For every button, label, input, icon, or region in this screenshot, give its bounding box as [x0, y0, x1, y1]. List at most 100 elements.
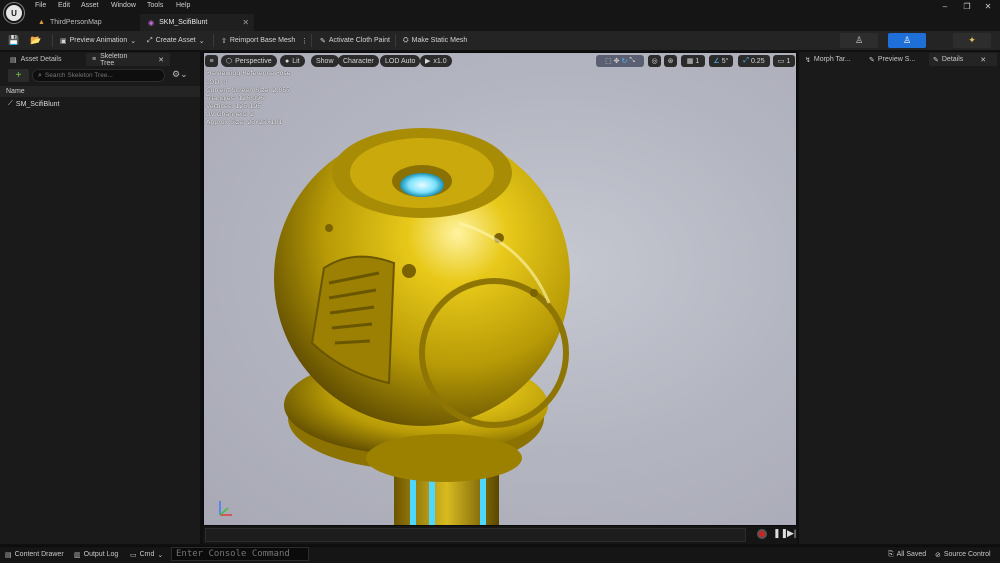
more-options-icon[interactable]: ⋮	[297, 33, 312, 48]
menu-window[interactable]: Window	[111, 2, 136, 9]
perspective-button[interactable]: ⬡ Perspective	[221, 55, 277, 67]
reimport-base-mesh-button[interactable]: ⇧ Reimport Base Mesh	[217, 33, 299, 48]
skeleton-search-field[interactable]: ⌕	[32, 69, 165, 82]
pencil-icon: ✎	[869, 56, 875, 64]
stat-lod: LOD: 0	[206, 79, 228, 86]
tree-item[interactable]: ⟋ SM_ScifiBlunt	[8, 100, 59, 108]
cmd-label: Cmd	[139, 551, 155, 558]
scale-snap-button[interactable]: ⤢ 0.25	[738, 55, 770, 67]
perspective-label: Perspective	[235, 57, 272, 65]
tab-preview-scene[interactable]: ✎ Preview S...	[865, 53, 919, 66]
scale-snap-value: 0.25	[750, 57, 765, 65]
playback-speed-button[interactable]: ▶ x1.0	[420, 55, 452, 67]
tab-asset-details-label: Asset Details	[20, 56, 62, 63]
close-window-icon[interactable]: ✕	[981, 2, 995, 11]
show-button[interactable]: Show	[311, 55, 339, 67]
menu-tools[interactable]: Tools	[147, 2, 163, 9]
viewport-menu-icon[interactable]: ≡	[205, 55, 218, 67]
menu-help[interactable]: Help	[176, 2, 190, 9]
rotate-icon[interactable]: ↻	[621, 57, 627, 65]
toolbar-separator	[52, 34, 53, 47]
world-space-icon[interactable]: ◎	[648, 55, 661, 67]
camera-speed-value: 1	[786, 57, 791, 65]
stat-screen-size: Current Screen Size: 2.057	[206, 87, 291, 94]
create-asset-button[interactable]: ⤢ Create Asset ⌄	[143, 33, 209, 48]
cmd-dropdown[interactable]: ▭ Cmd ⌄	[130, 549, 163, 560]
activate-cloth-paint-button[interactable]: ✎ Activate Cloth Paint	[316, 33, 394, 48]
scale-snap-icon: ⤢	[743, 57, 750, 64]
unreal-logo[interactable]: U	[4, 3, 24, 23]
restore-icon[interactable]: ❐	[960, 2, 974, 11]
toolbar-separator	[213, 34, 214, 47]
tab-label: ThirdPersonMap	[49, 19, 102, 26]
add-bone-button[interactable]: +	[8, 69, 29, 82]
skeleton-icon: ♙	[854, 35, 864, 45]
tab-thirdpersonmap[interactable]: ▲ ThirdPersonMap	[30, 14, 110, 31]
source-control-button[interactable]: ⊘ Source Control	[935, 549, 991, 560]
grid-snap-button[interactable]: ▦ 1	[681, 55, 705, 67]
create-asset-label: Create Asset	[155, 37, 196, 44]
toolbar-separator	[395, 34, 396, 47]
content-drawer-label: Content Drawer	[14, 551, 64, 558]
right-panel	[799, 52, 1000, 544]
tab-skeleton-tree[interactable]: ≡ Skeleton Tree ✕	[86, 52, 170, 67]
angle-snap-button[interactable]: ∠ 5°	[709, 55, 733, 67]
viewport[interactable]	[203, 52, 797, 526]
lod-button[interactable]: LOD Auto	[380, 55, 421, 67]
tab-label: SKM_ScifiBlunt	[159, 19, 208, 26]
menu-edit[interactable]: Edit	[58, 2, 70, 9]
select-icon[interactable]: ⬚	[605, 57, 612, 65]
static-mesh-icon: ⛭	[403, 36, 409, 44]
column-header-name[interactable]: Name	[0, 86, 200, 97]
console-input[interactable]	[172, 548, 308, 560]
close-tab-icon[interactable]: ✕	[158, 56, 164, 64]
move-icon[interactable]: ✥	[614, 57, 620, 65]
minimize-icon[interactable]: –	[938, 2, 952, 11]
pause-icon[interactable]: ❚❚	[773, 528, 788, 539]
show-label: Show	[316, 57, 334, 65]
lit-icon: ●	[285, 57, 290, 65]
character-label: Character	[343, 57, 374, 65]
tab-skeleton-tree-label: Skeleton Tree	[100, 52, 128, 67]
tab-details[interactable]: ✎ Details ✕	[929, 53, 997, 66]
make-static-mesh-button[interactable]: ⛭ Make Static Mesh	[399, 33, 471, 48]
menu-asset[interactable]: Asset	[81, 2, 99, 9]
lit-button[interactable]: ● Lit	[280, 55, 305, 67]
content-drawer-button[interactable]: ▤ Content Drawer	[5, 549, 64, 560]
preview-animation-button[interactable]: ▣ Preview Animation ⌄	[56, 33, 140, 48]
output-log-button[interactable]: ▥ Output Log	[74, 549, 118, 560]
skeleton-search-input[interactable]	[44, 72, 155, 79]
video-camera-icon: ▭	[777, 58, 785, 65]
step-forward-icon[interactable]: ▶|	[787, 528, 796, 539]
tab-morph-targets[interactable]: ↯ Morph Tar...	[801, 53, 855, 66]
timeline-scrubber[interactable]	[205, 528, 746, 542]
settings-gear-icon[interactable]: ⚙⌄	[172, 69, 188, 80]
output-log-label: Output Log	[83, 551, 119, 558]
source-control-icon: ⊘	[935, 551, 941, 559]
mesh-mode-button[interactable]: ♙	[888, 33, 926, 48]
character-button[interactable]: Character	[338, 55, 379, 67]
all-saved-indicator[interactable]: ⎘ All Saved	[888, 549, 926, 560]
skeleton-mode-button[interactable]: ♙	[840, 33, 878, 48]
chevron-down-icon: ⌄	[198, 37, 205, 45]
browse-icon[interactable]: 📂	[26, 33, 45, 48]
toolbar-separator	[311, 34, 312, 47]
transform-tools[interactable]: ⬚ ✥ ↻ ⤡	[596, 55, 644, 67]
console-command-field[interactable]	[171, 547, 309, 561]
tab-skm-scifiblunt[interactable]: ◉ SKM_ScifiBlunt ✕	[140, 14, 254, 31]
close-tab-icon[interactable]: ✕	[980, 56, 986, 64]
save-icon[interactable]: 💾	[4, 33, 23, 48]
skeletal-mesh-icon: ◉	[148, 19, 155, 27]
scale-icon[interactable]: ⤡	[629, 57, 635, 65]
physics-mode-button[interactable]: ✦	[953, 33, 991, 48]
tab-asset-details[interactable]: ▤ Asset Details	[4, 53, 67, 66]
camera-speed-button[interactable]: ▭ 1	[773, 55, 795, 67]
close-tab-icon[interactable]: ✕	[242, 18, 249, 27]
stat-vertices: Vertices: 125,195	[206, 103, 262, 110]
skeleton-tree-icon: ≡	[92, 56, 97, 63]
record-icon[interactable]	[757, 529, 767, 539]
menu-file[interactable]: File	[35, 2, 46, 9]
drawer-icon: ▤	[5, 551, 12, 559]
left-panel	[0, 52, 200, 544]
surface-snap-icon[interactable]: ⊛	[664, 55, 677, 67]
